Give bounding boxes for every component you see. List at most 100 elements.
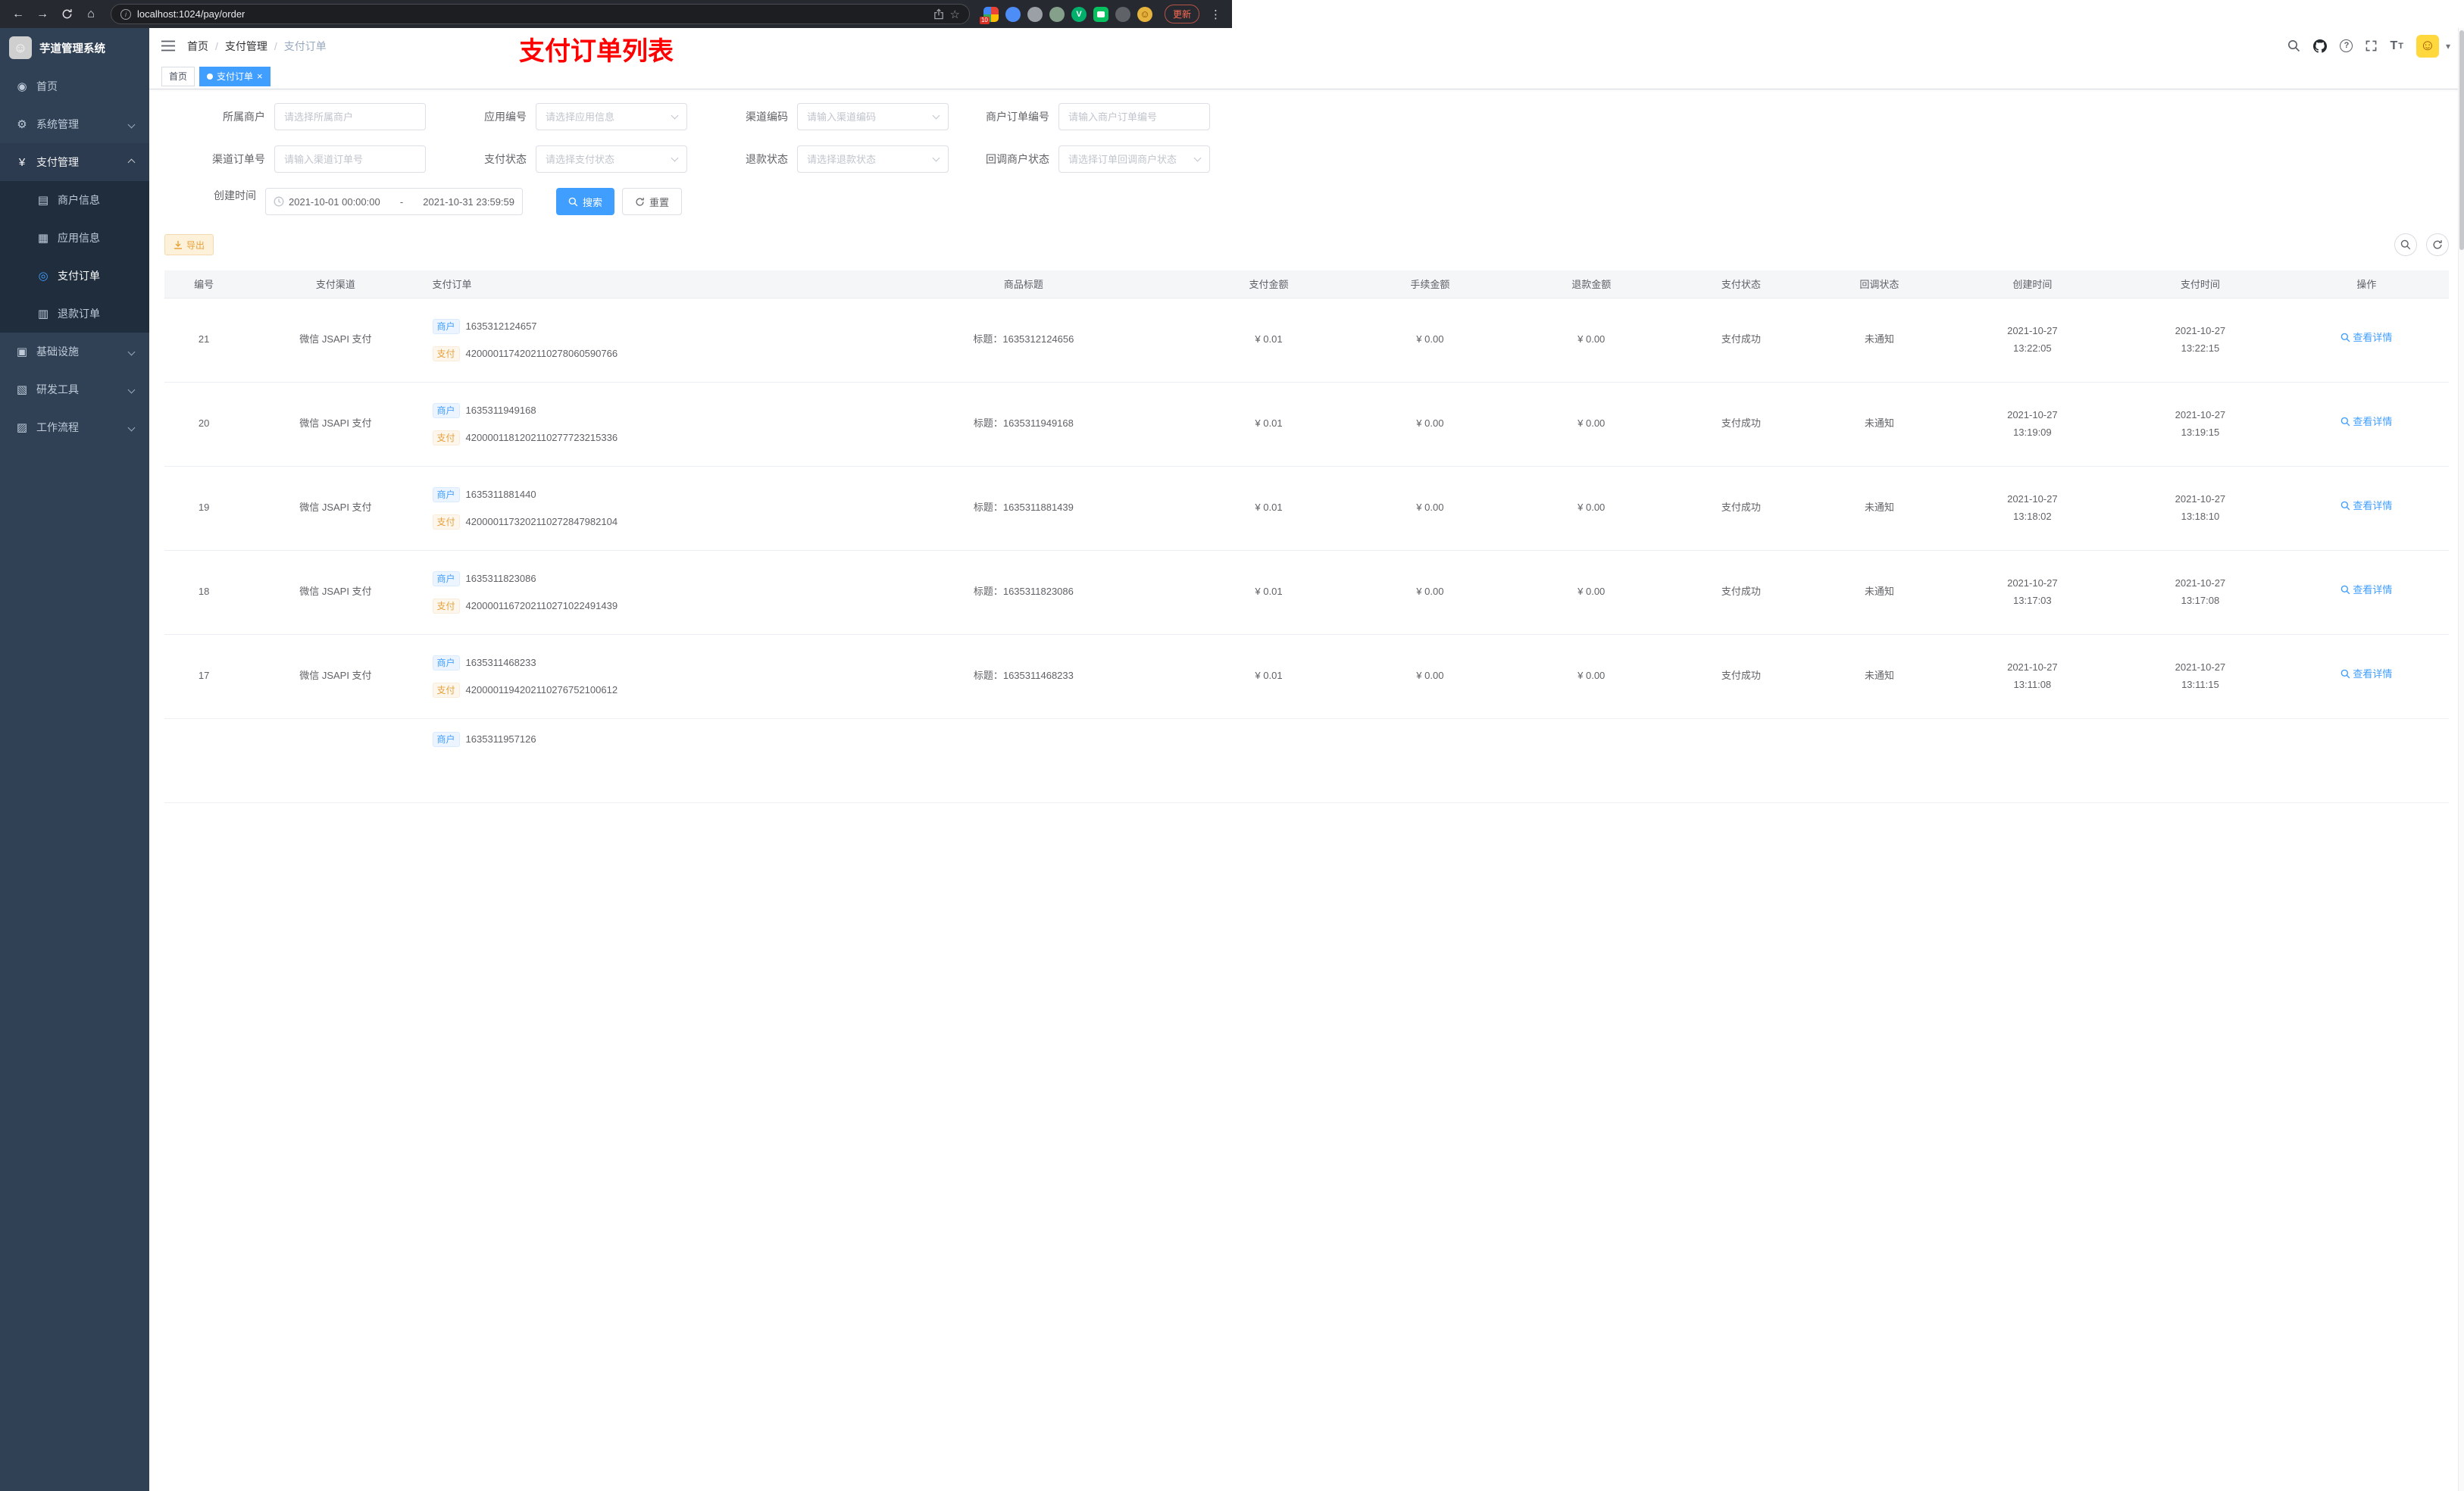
view-detail-link[interactable]: 查看详情: [2340, 416, 2392, 428]
pay-tag: 支付: [432, 430, 460, 445]
column-header: 退款金额: [1510, 270, 1672, 299]
filter-label: 渠道订单号: [212, 153, 265, 165]
export-button[interactable]: 导出: [164, 234, 214, 255]
forward-icon[interactable]: →: [32, 5, 53, 24]
sidebar-item-home[interactable]: ◉ 首页: [0, 67, 149, 105]
extension-icon-7[interactable]: [1115, 6, 1130, 22]
merchant-icon: ▤: [37, 194, 49, 207]
view-detail-link[interactable]: 查看详情: [2340, 584, 2392, 596]
sidebar-item-label: 支付管理: [36, 156, 79, 168]
extension-icon-2[interactable]: [1005, 6, 1021, 22]
extension-icon-8[interactable]: ☺: [1137, 6, 1152, 22]
extension-icon-3[interactable]: [1027, 6, 1043, 22]
close-icon[interactable]: ×: [257, 71, 263, 81]
table-row: 17 微信 JSAPI 支付 商户 1635311468233 支付 4200001194…: [164, 634, 2449, 719]
notify-status-select[interactable]: [1058, 145, 1210, 173]
cell-fee: ¥ 0.00: [1349, 298, 1511, 383]
toggle-search-button[interactable]: [2394, 233, 2417, 256]
fullscreen-icon[interactable]: [2366, 40, 2377, 52]
home-icon[interactable]: ⌂: [80, 5, 102, 24]
table-row-partial: 商户 1635311957126: [164, 718, 2449, 803]
refund-status-select[interactable]: [797, 145, 949, 173]
cell-amount: ¥ 0.01: [1188, 466, 1349, 551]
reset-button[interactable]: 重置: [622, 188, 683, 215]
channel-code-select[interactable]: [797, 103, 949, 130]
pay-status-select[interactable]: [536, 145, 687, 173]
cell-title: 标题：1635311949168: [858, 382, 1189, 467]
cell-id: 20: [164, 382, 244, 467]
merchant-order-no-input[interactable]: [1058, 103, 1210, 130]
search-icon: [2341, 417, 2350, 427]
browser-update-button[interactable]: 更新: [1164, 5, 1199, 23]
cell-pay-time: 2021-10-27 13:19:15: [2116, 382, 2284, 467]
chevron-down-icon: [127, 386, 136, 393]
hamburger-icon[interactable]: [149, 40, 187, 52]
create-time-range-input[interactable]: 2021-10-01 00:00:00 - 2021-10-31 23:59:5…: [265, 188, 523, 215]
channel-order-no-input[interactable]: [274, 145, 426, 173]
app-no-select[interactable]: [536, 103, 687, 130]
back-icon[interactable]: ←: [8, 5, 29, 24]
cell-title: 标题：1635312124656: [858, 298, 1189, 383]
tab-pay-order[interactable]: 支付订单 ×: [199, 66, 270, 86]
browser-menu-icon[interactable]: ⋮: [1207, 8, 1224, 21]
font-size-icon[interactable]: TT: [2390, 39, 2403, 53]
tab-home[interactable]: 首页: [161, 66, 195, 86]
page-annotation: 支付订单列表: [519, 37, 674, 66]
chevron-down-icon: [127, 424, 136, 431]
search-icon: [2400, 239, 2411, 250]
column-header: 支付订单: [427, 270, 859, 299]
refresh-icon: [2433, 240, 2442, 249]
extension-icon-5[interactable]: V: [1071, 6, 1087, 22]
clock-icon: [274, 196, 284, 207]
merchant-order-no: 1635311468233: [465, 656, 536, 668]
merchant-tag: 商户: [432, 318, 460, 334]
info-icon[interactable]: i: [120, 8, 131, 20]
sidebar-item-label: 应用信息: [58, 232, 100, 244]
cell-amount: ¥ 0.01: [1188, 382, 1349, 467]
cell-fee: ¥ 0.00: [1349, 382, 1511, 467]
sidebar-item-pay-order[interactable]: ◎ 支付订单: [0, 257, 149, 295]
url-text: localhost:1024/pay/order: [137, 8, 245, 20]
extension-icon-1[interactable]: 10: [979, 6, 999, 24]
user-avatar[interactable]: ☺: [2416, 34, 2439, 58]
filter-label: 渠道编码: [746, 111, 788, 123]
extension-icon-4[interactable]: [1049, 6, 1065, 22]
cell-pay-time: 2021-10-27 13:22:15: [2116, 298, 2284, 383]
search-button[interactable]: 搜索: [556, 188, 615, 215]
refund-order-icon: ▥: [37, 308, 49, 320]
extension-icon-6[interactable]: [1093, 6, 1108, 22]
filter-notify-status: 回调商户状态: [949, 145, 1210, 173]
cell-create-time: 2021-10-27 13:19:09: [1948, 382, 2117, 467]
refresh-list-button[interactable]: [2426, 233, 2449, 256]
sidebar-item-system[interactable]: ⚙ 系统管理: [0, 105, 149, 143]
extensions-area: 10 V ☺: [979, 6, 1157, 24]
column-header: 支付时间: [2116, 270, 2284, 299]
user-menu-caret-icon[interactable]: ▾: [2446, 41, 2450, 52]
help-icon[interactable]: ?: [2340, 39, 2353, 52]
sidebar-item-workflow[interactable]: ▨ 工作流程: [0, 408, 149, 446]
sidebar-item-app-info[interactable]: ▦ 应用信息: [0, 219, 149, 257]
scrollbar-thumb[interactable]: [2459, 30, 2464, 250]
column-header: 支付金额: [1188, 270, 1349, 299]
bookmark-star-icon[interactable]: ☆: [950, 8, 960, 21]
github-icon[interactable]: [2313, 39, 2328, 53]
sidebar-item-refund-order[interactable]: ▥ 退款订单: [0, 295, 149, 333]
view-detail-link[interactable]: 查看详情: [2340, 668, 2392, 680]
breadcrumb-payment[interactable]: 支付管理: [225, 39, 267, 54]
sidebar-item-merchant-info[interactable]: ▤ 商户信息: [0, 181, 149, 219]
cell-fee: ¥ 0.00: [1349, 634, 1511, 719]
view-detail-link[interactable]: 查看详情: [2340, 500, 2392, 512]
cell-status: 支付成功: [1671, 634, 1811, 719]
share-icon[interactable]: [933, 8, 944, 20]
sidebar-item-infrastructure[interactable]: ▣ 基础设施: [0, 333, 149, 370]
reload-icon[interactable]: [56, 5, 77, 24]
app-logo[interactable]: ☺ 芋道管理系统: [0, 28, 149, 67]
merchant-input[interactable]: [274, 103, 426, 130]
sidebar-item-payment[interactable]: ¥ 支付管理: [0, 143, 149, 181]
breadcrumb-home[interactable]: 首页: [187, 39, 208, 54]
url-bar[interactable]: i localhost:1024/pay/order ☆: [111, 4, 970, 24]
search-icon[interactable]: [2287, 39, 2300, 52]
sidebar-item-devtools[interactable]: ▧ 研发工具: [0, 370, 149, 408]
cell-amount: ¥ 0.01: [1188, 550, 1349, 635]
view-detail-link[interactable]: 查看详情: [2340, 332, 2392, 344]
